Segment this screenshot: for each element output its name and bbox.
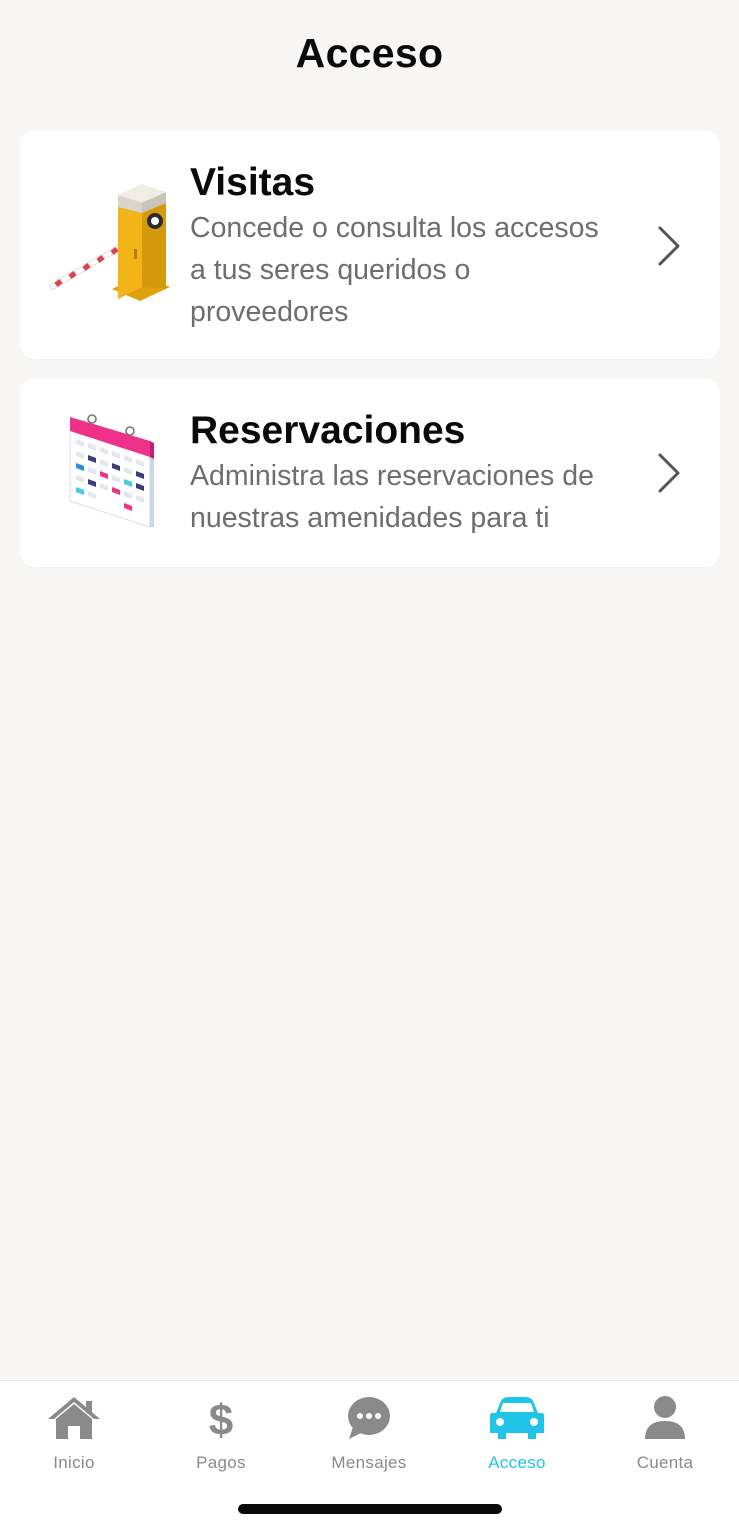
dollar-icon: $ (209, 1396, 233, 1441)
tab-label: Acceso (488, 1453, 546, 1472)
home-icon (48, 1397, 100, 1439)
reservaciones-description-line: Administra las reservaciones de (190, 460, 594, 492)
reservaciones-title: Reservaciones (190, 409, 466, 452)
tab-cuenta[interactable]: Cuenta (591, 1381, 739, 1481)
reservaciones-description: Administra las reservaciones de nuestras… (190, 455, 640, 539)
user-icon (645, 1396, 685, 1439)
tab-label: Mensajes (331, 1453, 407, 1472)
svg-text:$: $ (209, 1396, 233, 1441)
barrier-gate-illustration (49, 184, 170, 301)
calendar-illustration (69, 414, 154, 528)
visitas-description-line: Concede o consulta los accesos (190, 212, 599, 244)
visitas-title: Visitas (190, 161, 316, 204)
tab-inicio[interactable]: Inicio (0, 1381, 148, 1481)
chevron-right-icon[interactable] (656, 224, 682, 268)
reservaciones-description-line: nuestras amenidades para ti (190, 502, 550, 534)
chat-bubble-icon (348, 1397, 390, 1439)
home-indicator (238, 1504, 502, 1514)
visitas-card[interactable]: Visitas Concede o consulta los accesos a… (20, 131, 720, 359)
tab-pagos[interactable]: $ Pagos (147, 1381, 295, 1481)
visitas-description-line: a tus seres queridos o (190, 254, 471, 286)
access-screen: Acceso Visitas Concede o consulta los ac… (0, 0, 739, 1530)
tab-mensajes[interactable]: Mensajes (295, 1381, 443, 1481)
car-icon (490, 1397, 544, 1439)
tab-label: Inicio (53, 1453, 95, 1472)
tab-acceso[interactable]: Acceso (443, 1381, 591, 1481)
visitas-description: Concede o consulta los accesos a tus ser… (190, 207, 640, 333)
tab-label: Cuenta (636, 1453, 694, 1472)
tab-label: Pagos (196, 1453, 246, 1472)
visitas-description-line: proveedores (190, 296, 349, 328)
reservaciones-card[interactable]: Reservaciones Administra las reservacion… (20, 379, 720, 567)
chevron-right-icon[interactable] (656, 451, 682, 495)
page-title: Acceso (295, 30, 444, 76)
